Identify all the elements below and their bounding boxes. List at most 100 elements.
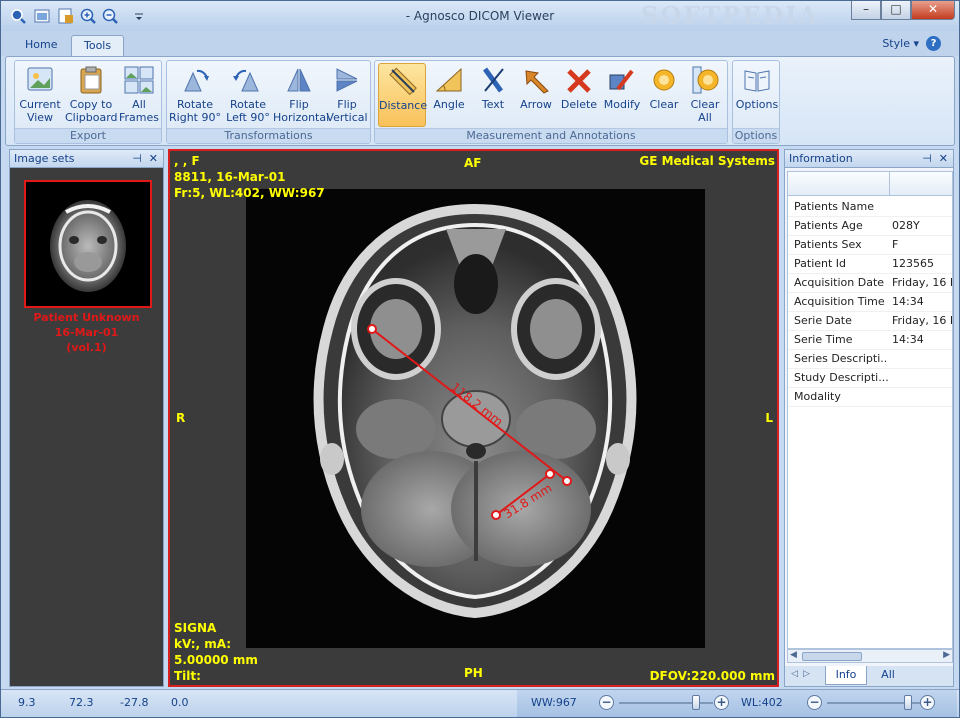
flip-vertical-button[interactable]: Flip Vertical [325,63,369,127]
minimize-button[interactable]: – [851,1,881,20]
info-value: F [892,238,899,251]
thumbnail-date: 16-Mar-01 [54,326,119,339]
book-icon [741,65,773,95]
column-header-value[interactable] [890,172,952,196]
wl-slider-thumb[interactable] [903,695,912,710]
text-button[interactable]: Text [473,63,513,127]
options-label: Options [735,98,779,111]
manufacturer: GE Medical Systems [639,154,775,168]
flip-horizontal-label-1: Flip [289,98,309,111]
tab-scroll-left-icon[interactable]: ◁ [791,669,798,679]
rotate-right-label-2: Right 90° [169,111,221,124]
image-sets-title: Image sets [14,152,75,165]
pin-icon[interactable]: ⊣ [132,152,142,165]
clear-label: Clear [649,98,679,111]
info-row[interactable]: Series Descripti... [788,350,952,369]
info-row[interactable]: Patient Id 123565 [788,255,952,274]
series-date: 8811, 16-Mar-01 [174,170,286,184]
copy-to-clipboard-button[interactable]: Copy to Clipboard [65,63,118,127]
close-button[interactable]: ✕ [911,1,955,20]
all-frames-button[interactable]: All Frames [119,63,159,127]
measurement-handle[interactable] [545,469,555,479]
mri-image[interactable]: 118.2 mm 31.8 mm [246,189,705,648]
tab-scroll-right-icon[interactable]: ▷ [803,669,810,679]
ww-increase-button[interactable]: + [714,695,729,710]
current-view-button[interactable]: Current View [17,63,63,127]
column-header-property[interactable] [788,172,890,196]
info-row[interactable]: Modality [788,388,952,407]
info-row[interactable]: Acquisition Date Friday, 16 M [788,274,952,293]
ww-slider-thumb[interactable] [692,695,701,710]
info-value: Friday, 16 M [892,314,953,327]
rotate-right-label-1: Rotate [176,98,213,111]
info-row[interactable]: Patients Age 028Y [788,217,952,236]
delete-icon [563,65,595,95]
dicom-viewer[interactable]: 118.2 mm 31.8 mm , , F 8811, 16-Mar-01 F… [168,149,779,687]
group-measurement: Distance Angle Text Arrow Delete Modify [374,60,728,144]
copy-label-1: Copy to [69,98,113,111]
flip-vertical-icon [331,65,363,95]
image-sets-pane: Image sets ⊣ ✕ Patient Unknown 16-Mar-01… [9,149,164,687]
window-level-controls: WW:967 − + WL:402 − + [517,690,957,717]
arrow-label: Arrow [520,98,552,111]
info-row[interactable]: Patients Sex F [788,236,952,255]
options-button[interactable]: Options [735,63,779,127]
style-menu[interactable]: Style ▾ [882,37,919,50]
tab-all[interactable]: All [871,666,905,685]
measurement-handle[interactable] [367,324,377,334]
close-icon[interactable]: ✕ [149,152,158,165]
image-thumbnail[interactable] [24,180,152,308]
info-row[interactable]: Patients Name [788,198,952,217]
clear-button[interactable]: Clear [645,63,683,127]
delete-button[interactable]: Delete [559,63,599,127]
flip-horizontal-button[interactable]: Flip Horizontal [273,63,329,127]
info-horizontal-scrollbar[interactable]: ◀ ▶ [787,649,953,663]
scroll-thumb[interactable] [802,652,862,661]
info-key: Serie Date [794,314,852,327]
pin-icon[interactable]: ⊣ [922,152,932,165]
group-transformations: Rotate Right 90° Rotate Left 90° Flip Horiz… [166,60,371,144]
ww-decrease-button[interactable]: − [599,695,614,710]
delete-label: Delete [560,98,598,111]
angle-label: Angle [433,98,465,111]
tab-home[interactable]: Home [13,35,69,56]
tab-tools[interactable]: Tools [71,35,125,56]
wl-decrease-button[interactable]: − [807,695,822,710]
scroll-left-icon[interactable]: ◀ [790,650,797,660]
clear-all-button[interactable]: Clear All [685,63,725,127]
modify-icon [606,65,638,95]
angle-button[interactable]: Angle [429,63,469,127]
info-row[interactable]: Acquisition Time 14:34 [788,293,952,312]
protractor-icon [433,65,465,95]
help-icon[interactable]: ? [926,36,941,51]
info-row[interactable]: Serie Time 14:34 [788,331,952,350]
tab-info[interactable]: Info [825,666,867,685]
distance-button[interactable]: Distance [378,63,427,127]
info-row[interactable]: Serie Date Friday, 16 M [788,312,953,331]
measurement-handle[interactable] [562,476,572,486]
info-value: 14:34 [892,295,924,308]
arrow-button[interactable]: Arrow [515,63,557,127]
clear-all-label-2: All [698,111,712,124]
flip-horizontal-icon [283,65,315,95]
modify-button[interactable]: Modify [601,63,643,127]
info-key: Series Descripti... [794,352,888,365]
overlay-top-left: , , F 8811, 16-Mar-01 Fr:5, WL:402, WW:9… [174,153,325,201]
maximize-button[interactable]: □ [881,1,911,20]
info-key: Serie Time [794,333,853,346]
flip-vertical-label-2: Vertical [326,111,368,124]
close-icon[interactable]: ✕ [939,152,948,165]
all-frames-icon [123,65,155,95]
scroll-right-icon[interactable]: ▶ [943,650,950,660]
info-value: 028Y [892,219,920,232]
measurement-label-2: 31.8 mm [501,481,554,521]
rotate-right-button[interactable]: Rotate Right 90° [169,63,221,127]
measurement-handle[interactable] [491,510,501,520]
info-row[interactable]: Study Descripti... [788,369,952,388]
title-bar: - Agnosco DICOM Viewer SOFTPEDIA – □ ✕ [1,1,959,31]
wl-increase-button[interactable]: + [920,695,935,710]
current-view-label-2: View [26,111,54,124]
patient-info: , , F [174,154,200,168]
modify-label: Modify [603,98,641,111]
rotate-left-button[interactable]: Rotate Left 90° [223,63,273,127]
